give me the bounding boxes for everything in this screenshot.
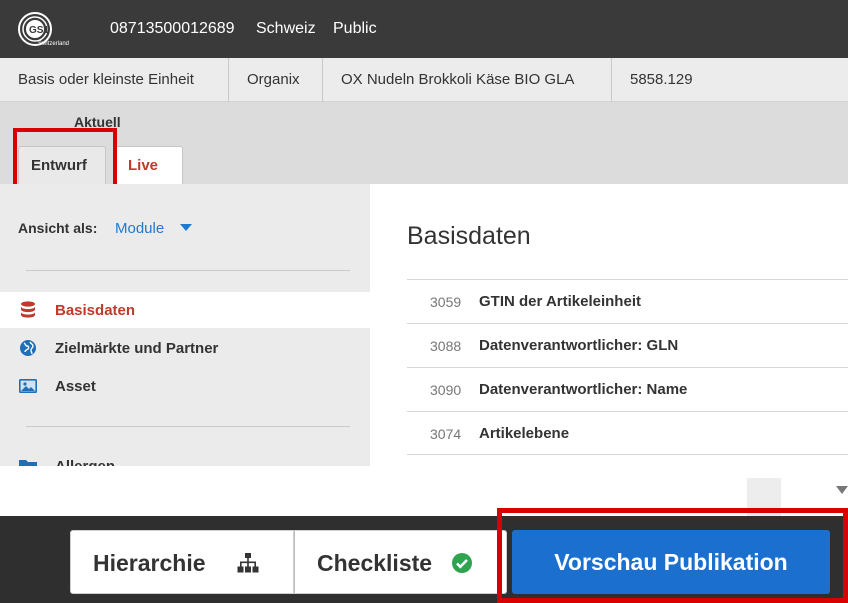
sidebar-item-label: Allergen xyxy=(55,458,115,466)
globe-icon xyxy=(20,340,36,356)
sitemap-icon xyxy=(237,553,259,573)
check-circle-icon xyxy=(452,553,472,573)
main-content: Basisdaten 3059 GTIN der Artikeleinheit … xyxy=(370,184,848,466)
sidebar-divider xyxy=(26,426,350,427)
sidebar-divider xyxy=(26,270,350,271)
tab-live[interactable]: Live xyxy=(115,146,183,184)
hierarchy-button[interactable]: Hierarchie xyxy=(70,530,294,594)
sidebar-item-label: Basisdaten xyxy=(55,302,136,319)
sidebar-item-label: Asset xyxy=(55,378,96,395)
folder-icon xyxy=(19,460,37,466)
sidebar-item-basisdaten[interactable]: Basisdaten xyxy=(0,292,370,328)
info-product-name: OX Nudeln Brokkoli Käse BIO GLA xyxy=(323,58,612,102)
top-bar: GS1 Switzerland 08713500012689 Schweiz P… xyxy=(0,0,848,58)
view-as-label: Ansicht als: xyxy=(18,220,98,236)
field-row[interactable]: 3059 GTIN der Artikeleinheit xyxy=(407,279,848,323)
sidebar-item-allergen[interactable]: Allergen xyxy=(0,448,370,466)
field-id: 3088 xyxy=(430,338,462,354)
logo-subtext: Switzerland xyxy=(38,41,69,47)
sidebar-item-label: Zielmärkte und Partner xyxy=(55,340,219,357)
field-id: 3090 xyxy=(430,382,462,398)
field-row[interactable]: 3074 Artikelebene xyxy=(407,411,848,455)
sidebar-item-asset[interactable]: Asset xyxy=(0,368,370,404)
info-article-number: 5858.129 xyxy=(630,71,693,88)
preview-button-highlight xyxy=(497,508,848,603)
section-title: Basisdaten xyxy=(407,222,531,250)
logo-text: GS1 xyxy=(29,25,49,36)
field-name: Datenverantwortlicher: Name xyxy=(479,381,688,398)
field-id: 3059 xyxy=(430,294,462,310)
database-icon xyxy=(21,301,35,318)
field-name: Artikelebene xyxy=(479,425,570,442)
field-name: Datenverantwortlicher: GLN xyxy=(479,337,679,354)
product-gtin: 08713500012689 xyxy=(110,20,235,37)
field-row[interactable]: 3090 Datenverantwortlicher: Name xyxy=(407,367,848,411)
info-brand: Organix xyxy=(229,58,323,102)
gs1-logo: GS1 Switzerland xyxy=(18,12,69,47)
info-unit-level: Basis oder kleinste Einheit xyxy=(0,58,229,102)
image-icon xyxy=(19,379,37,393)
field-id: 3074 xyxy=(430,426,462,442)
visibility-status[interactable]: Public xyxy=(333,20,377,38)
checklist-button-label: Checkliste xyxy=(317,550,433,576)
sidebar-item-zielmaerkte[interactable]: Zielmärkte und Partner xyxy=(0,330,370,366)
field-name: GTIN der Artikeleinheit xyxy=(479,293,641,310)
product-info-bar: Basis oder kleinste Einheit Organix OX N… xyxy=(0,58,848,102)
target-country[interactable]: Schweiz xyxy=(256,20,316,38)
chevron-down-icon[interactable] xyxy=(180,224,192,231)
view-as-dropdown[interactable]: Module xyxy=(115,220,164,237)
hierarchy-button-label: Hierarchie xyxy=(93,550,206,576)
module-sidebar: Ansicht als: Module Basisdaten Zielmärkt… xyxy=(0,184,370,466)
field-row[interactable]: 3088 Datenverantwortlicher: GLN xyxy=(407,323,848,367)
scroll-down-icon[interactable] xyxy=(836,486,848,494)
checklist-button[interactable]: Checkliste xyxy=(294,530,507,594)
